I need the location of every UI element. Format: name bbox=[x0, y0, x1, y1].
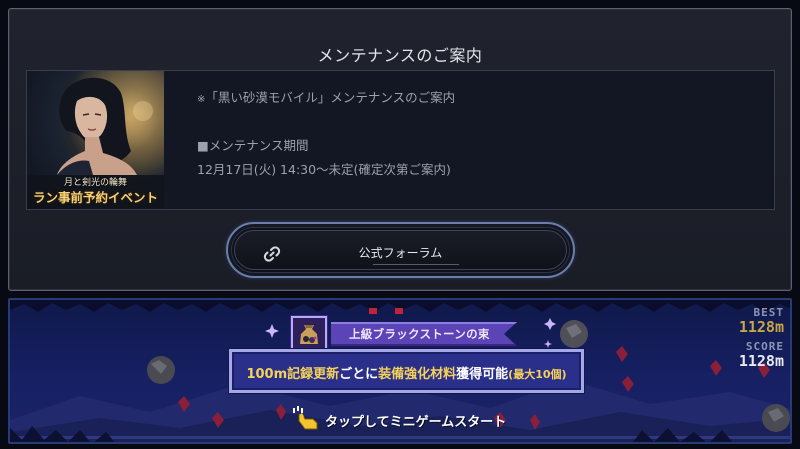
event-banner-image[interactable]: 月と剣光の輪舞 ラン事前予約イベント bbox=[27, 71, 164, 209]
maintenance-period-value: 12月17日(火) 14:30～未定(確定次第ご案内) bbox=[197, 162, 451, 177]
black-stone-bag-icon bbox=[291, 316, 327, 352]
score-value: 1128m bbox=[738, 352, 784, 370]
tap-hand-icon bbox=[293, 406, 318, 430]
rock-right bbox=[762, 404, 790, 432]
rock-top bbox=[560, 320, 588, 348]
official-forum-button[interactable]: 公式フォーラム bbox=[226, 222, 575, 278]
record-milestone: 100m記録更新 bbox=[246, 367, 340, 382]
tap-to-start-label: タップしてミニゲームスタート bbox=[325, 415, 507, 430]
record-connector: ごとに bbox=[339, 367, 379, 382]
reward-label: 上級ブラックストーンの束 bbox=[349, 327, 490, 341]
maintenance-period-label: ■メンテナンス期間 bbox=[197, 138, 309, 153]
record-reward-type: 装備強化材料 bbox=[378, 367, 457, 382]
tap-to-start-row[interactable]: タップしてミニゲームスタート bbox=[291, 405, 531, 431]
reward-row: 上級ブラックストーンの束 bbox=[291, 316, 521, 352]
score-panel: BEST 1128m SCORE 1128m bbox=[722, 306, 784, 370]
dialog-title: メンテナンスのご案内 bbox=[317, 46, 483, 65]
record-info-box: 100m記録更新ごとに装備強化材料獲得可能(最大10個) bbox=[229, 349, 584, 393]
forum-label-underline bbox=[373, 264, 459, 265]
notice-heading: ※「黒い砂漠モバイル」メンテナンスのご案内 bbox=[197, 87, 455, 106]
banner-title: ラン事前予約イベント bbox=[32, 190, 158, 205]
best-value: 1128m bbox=[738, 318, 784, 336]
maintenance-dialog: メンテナンスのご案内 月と剣光の輪舞 ラン事前予約イベント ※「黒い砂漠モバイル… bbox=[8, 8, 792, 291]
record-obtainable: 獲得可能 bbox=[456, 367, 509, 382]
minigame-banner[interactable]: 上級ブラックストーンの束 100m記録更新ごとに装備強化材料獲得可能(最大10個… bbox=[8, 298, 792, 444]
notice-card: 月と剣光の輪舞 ラン事前予約イベント ※「黒い砂漠モバイル」メンテナンスのご案内… bbox=[26, 70, 775, 210]
notice-heading-text: 「黒い砂漠モバイル」メンテナンスのご案内 bbox=[205, 90, 456, 105]
rock-left bbox=[147, 356, 175, 384]
record-info-text: 100m記録更新ごとに装備強化材料獲得可能(最大10個) bbox=[232, 363, 581, 382]
record-max: (最大10個) bbox=[508, 368, 567, 381]
forum-button-inner: 公式フォーラム bbox=[234, 230, 567, 270]
forum-button-label: 公式フォーラム bbox=[358, 246, 443, 260]
